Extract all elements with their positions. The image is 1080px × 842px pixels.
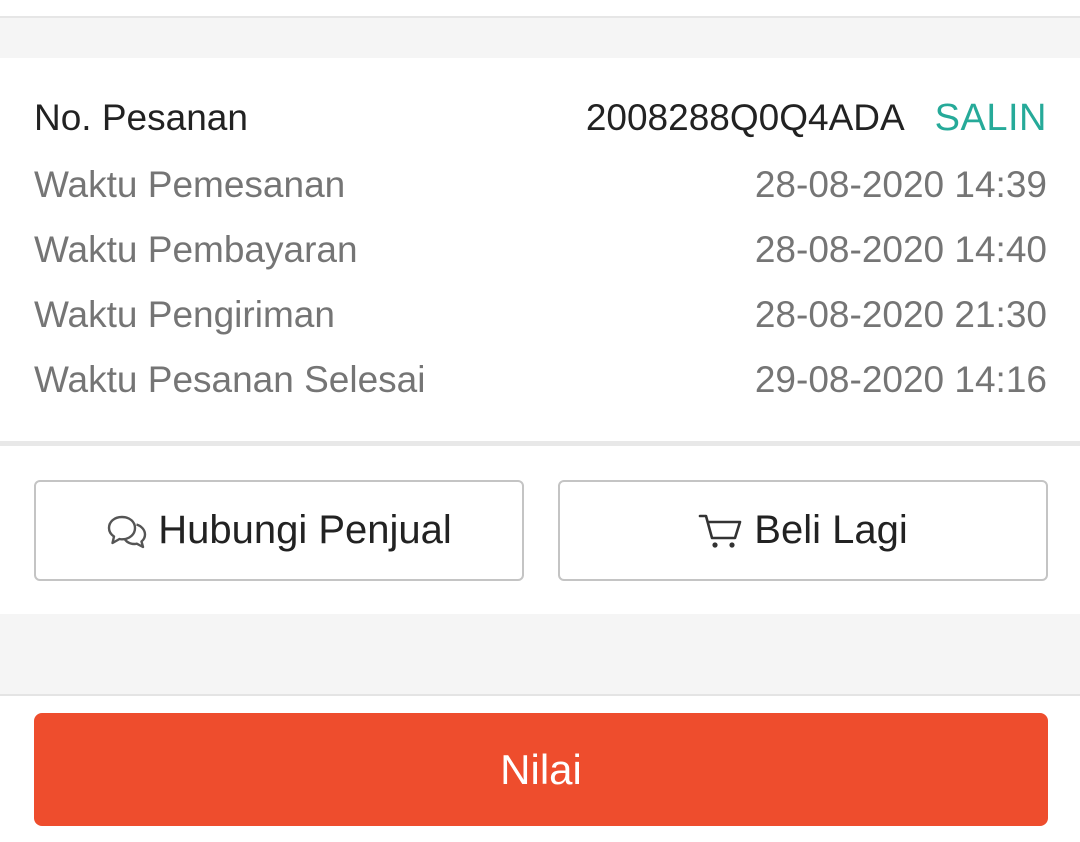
order-actions: Hubungi Penjual Beli Lagi bbox=[0, 446, 1080, 614]
order-time-label: Waktu Pemesanan bbox=[34, 164, 346, 205]
order-number-value: 2008288Q0Q4ADA bbox=[585, 97, 905, 138]
buy-again-button[interactable]: Beli Lagi bbox=[558, 480, 1048, 581]
payment-time-value: 28-08-2020 14:40 bbox=[754, 229, 1047, 270]
shopping-cart-icon bbox=[698, 511, 744, 551]
payment-time-label: Waktu Pembayaran bbox=[34, 229, 358, 270]
shipping-time-value: 28-08-2020 21:30 bbox=[754, 294, 1047, 335]
contact-seller-label: Hubungi Penjual bbox=[158, 508, 452, 552]
buy-again-label: Beli Lagi bbox=[754, 508, 908, 552]
section-gap bbox=[0, 614, 1080, 694]
order-time-value: 28-08-2020 14:39 bbox=[754, 164, 1047, 205]
section-gap bbox=[0, 18, 1080, 58]
completion-time-value: 29-08-2020 14:16 bbox=[754, 359, 1047, 400]
completion-time-row: Waktu Pesanan Selesai 29-08-2020 14:16 bbox=[34, 355, 1047, 405]
top-strip bbox=[0, 0, 1080, 16]
contact-seller-button[interactable]: Hubungi Penjual bbox=[34, 480, 524, 581]
shipping-time-label: Waktu Pengiriman bbox=[34, 294, 335, 335]
bottom-action-bar: Nilai bbox=[0, 696, 1080, 842]
copy-order-number-button[interactable]: SALIN bbox=[935, 97, 1047, 140]
payment-time-row: Waktu Pembayaran 28-08-2020 14:40 bbox=[34, 225, 1047, 275]
order-number-label: No. Pesanan bbox=[34, 97, 248, 138]
order-number-group: 2008288Q0Q4ADA SALIN bbox=[586, 97, 1047, 140]
rate-button[interactable]: Nilai bbox=[34, 713, 1048, 826]
chat-bubbles-icon bbox=[106, 512, 148, 550]
order-time-row: Waktu Pemesanan 28-08-2020 14:39 bbox=[34, 160, 1047, 210]
completion-time-label: Waktu Pesanan Selesai bbox=[34, 359, 426, 400]
order-info-card: No. Pesanan 2008288Q0Q4ADA SALIN Waktu P… bbox=[0, 58, 1080, 441]
shipping-time-row: Waktu Pengiriman 28-08-2020 21:30 bbox=[34, 290, 1047, 340]
order-number-row: No. Pesanan 2008288Q0Q4ADA SALIN bbox=[34, 93, 1047, 143]
